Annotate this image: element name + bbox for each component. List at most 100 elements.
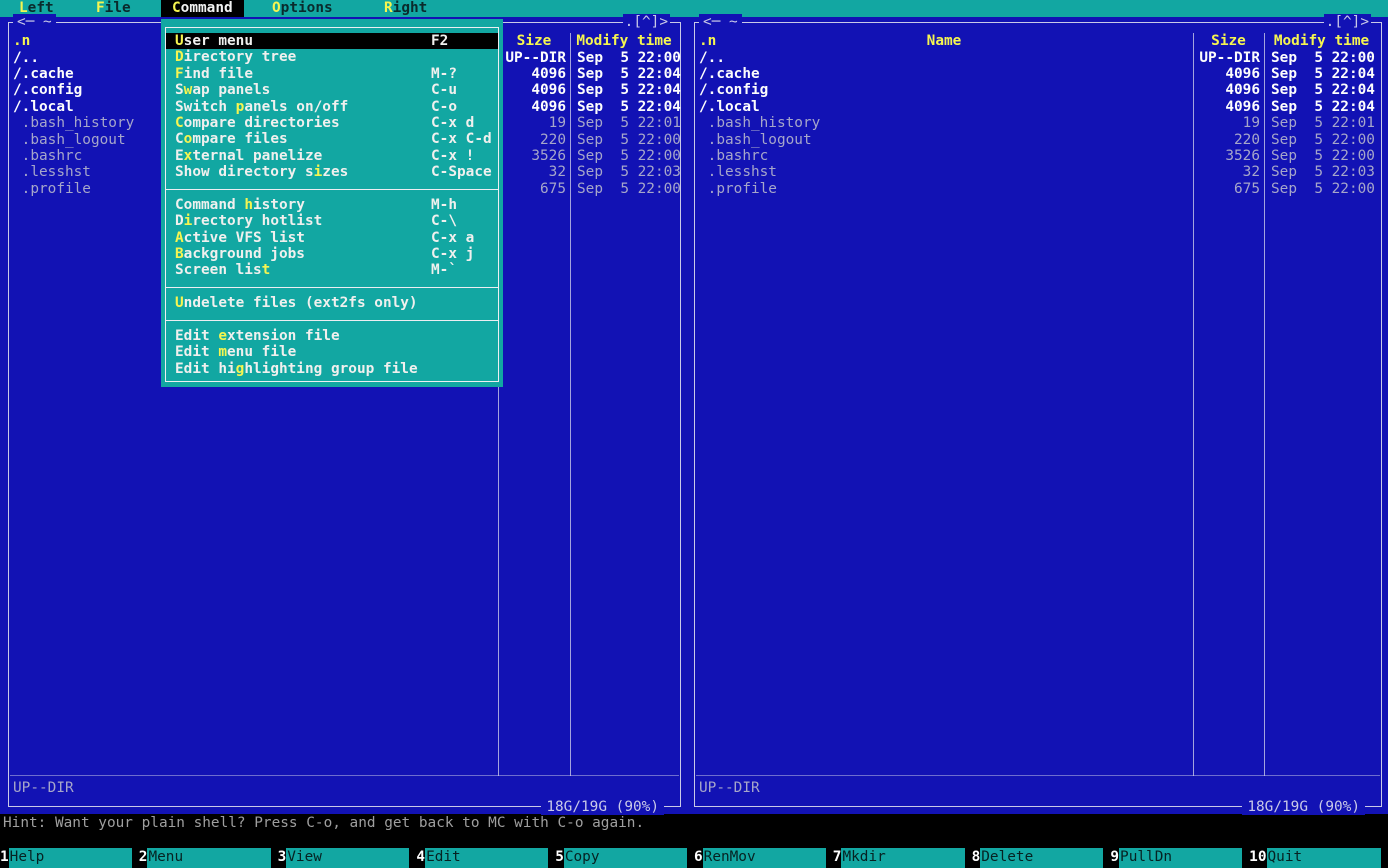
panel-controls[interactable]: .[^]> — [1324, 14, 1371, 30]
menu-item-shortcut: M-? — [431, 66, 457, 82]
file-row[interactable]: .bash_history19Sep 5 22:01 — [695, 115, 1381, 131]
panel-path[interactable]: <─ ~ — [699, 14, 742, 30]
file-row[interactable]: /.cache4096Sep 5 22:04 — [695, 66, 1381, 82]
menu-item-shortcut: C-x d — [431, 115, 474, 131]
function-key-bar: 1Help2Menu3View4Edit5Copy6RenMov7Mkdir8D… — [0, 848, 1388, 868]
column-header-mtime[interactable]: Modify time — [570, 33, 678, 50]
menu-item-background-jobs[interactable]: Background jobsC-x j — [166, 246, 498, 262]
hotkey-letter: x — [184, 148, 193, 164]
menu-item-edit-menu-file[interactable]: Edit menu file — [166, 344, 498, 360]
file-size: 3526 — [1194, 148, 1260, 164]
menu-item-undelete-files-ext2fs-only[interactable]: Undelete files (ext2fs only) — [166, 295, 498, 311]
file-mtime: Sep 5 22:00 — [1271, 132, 1375, 148]
fkey-7-mkdir[interactable]: 7Mkdir — [833, 848, 972, 868]
file-size: 32 — [1194, 164, 1260, 180]
hotkey-letter: h — [244, 197, 253, 213]
menu-item-label: Find file — [175, 66, 253, 82]
menu-item-directory-hotlist[interactable]: Directory hotlistC-\ — [166, 213, 498, 229]
file-name: /.config — [699, 82, 768, 98]
fkey-1-help[interactable]: 1Help — [0, 848, 139, 868]
file-mtime: Sep 5 22:04 — [577, 66, 681, 82]
menu-item-find-file[interactable]: Find file M-? — [166, 66, 498, 82]
menu-item-external-panelize[interactable]: External panelizeC-x ! — [166, 148, 498, 164]
file-row[interactable]: /..UP--DIRSep 5 22:00 — [695, 50, 1381, 66]
hotkey-letter: U — [175, 33, 184, 49]
panel-path[interactable]: <─ ~ — [13, 14, 56, 30]
menu-item-screen-list[interactable]: Screen listM-` — [166, 262, 498, 278]
menu-item-label: Command history — [175, 197, 305, 213]
hotkey-letter: B — [175, 246, 184, 262]
menu-item-directory-tree[interactable]: Directory tree — [166, 49, 498, 65]
file-row[interactable]: .bash_logout220Sep 5 22:00 — [695, 132, 1381, 148]
menu-item-active-vfs-list[interactable]: Active VFS listC-x a — [166, 230, 498, 246]
file-mtime: Sep 5 22:01 — [577, 115, 681, 131]
menu-item-edit-extension-file[interactable]: Edit extension file — [166, 328, 498, 344]
menu-options[interactable]: Options — [272, 0, 333, 17]
menu-item-show-directory-sizes[interactable]: Show directory sizesC-Space — [166, 164, 498, 180]
fkey-4-edit[interactable]: 4Edit — [416, 848, 555, 868]
hotkey-letter: D — [175, 49, 184, 65]
file-row[interactable]: .profile675Sep 5 22:00 — [695, 181, 1381, 197]
file-size: 4096 — [499, 66, 566, 82]
column-header-size[interactable]: Size — [1193, 33, 1264, 50]
file-mtime: Sep 5 22:04 — [577, 99, 681, 115]
file-name: /.local — [13, 99, 74, 115]
menu-item-command-history[interactable]: Command historyM-h — [166, 197, 498, 213]
fkey-label: Help — [9, 848, 132, 868]
menu-separator — [166, 279, 498, 295]
fkey-number: 8 — [972, 848, 981, 868]
menu-item-label: Show directory sizes — [175, 164, 348, 180]
column-header-mtime[interactable]: Modify time — [1264, 33, 1379, 50]
menu-right[interactable]: Right — [384, 0, 427, 17]
fkey-3-view[interactable]: 3View — [278, 848, 417, 868]
fkey-label: Edit — [425, 848, 548, 868]
menu-item-edit-highlighting-group-file[interactable]: Edit highlighting group file — [166, 361, 498, 377]
panel-controls[interactable]: .[^]> — [623, 14, 670, 30]
file-mtime: Sep 5 22:00 — [577, 132, 681, 148]
menu-file[interactable]: File — [96, 0, 131, 17]
hotkey-letter: g — [236, 361, 245, 377]
file-row[interactable]: /.local4096Sep 5 22:04 — [695, 99, 1381, 115]
menu-item-compare-directories[interactable]: Compare directories C-x d — [166, 115, 498, 131]
fkey-8-delete[interactable]: 8Delete — [972, 848, 1111, 868]
file-name: .profile — [699, 181, 777, 197]
menu-item-swap-panels[interactable]: Swap panelsC-u — [166, 82, 498, 98]
file-row[interactable]: /.config4096Sep 5 22:04 — [695, 82, 1381, 98]
file-size: 220 — [499, 132, 566, 148]
file-name: .profile — [13, 181, 91, 197]
menu-item-label: Switch panels on/off — [175, 99, 348, 115]
fkey-10-quit[interactable]: 10Quit — [1249, 848, 1388, 868]
menu-item-shortcut: C-x j — [431, 246, 474, 262]
panel-separator — [696, 775, 1380, 776]
file-row[interactable]: .lesshst32Sep 5 22:03 — [695, 164, 1381, 180]
hotkey-letter: t — [262, 262, 271, 278]
menu-item-switch-panels-on-off[interactable]: Switch panels on/offC-o — [166, 99, 498, 115]
fkey-label: Quit — [1267, 848, 1381, 868]
fkey-5-copy[interactable]: 5Copy — [555, 848, 694, 868]
file-name: .bash_logout — [13, 132, 126, 148]
menu-item-label: Screen list — [175, 262, 270, 278]
hotkey-letter: F — [96, 0, 105, 16]
menu-item-label: Compare directories — [175, 115, 340, 131]
hotkey-letter: C — [172, 0, 181, 16]
fkey-number: 2 — [139, 848, 148, 868]
hotkey-letter: i — [314, 164, 323, 180]
shell-prompt-line[interactable]: midnight@commander:~$ — [3, 831, 220, 848]
menu-item-compare-files[interactable]: Compare filesC-x C-d — [166, 131, 498, 147]
fkey-6-renmov[interactable]: 6RenMov — [694, 848, 833, 868]
menu-command[interactable]: Command — [161, 0, 244, 17]
file-mtime: Sep 5 22:00 — [1271, 50, 1375, 66]
file-name: .bash_logout — [699, 132, 812, 148]
file-row[interactable]: .bashrc3526Sep 5 22:00 — [695, 148, 1381, 164]
panel-separator — [10, 775, 679, 776]
file-size: 4096 — [1194, 82, 1260, 98]
fkey-9-pulldn[interactable]: 9PullDn — [1110, 848, 1249, 868]
menu-item-user-menu[interactable]: User menuF2 — [166, 33, 498, 49]
fkey-number: 4 — [416, 848, 425, 868]
file-size: 675 — [1194, 181, 1260, 197]
column-header-size[interactable]: Size — [498, 33, 570, 50]
fkey-2-menu[interactable]: 2Menu — [139, 848, 278, 868]
hint-line: Hint: Want your plain shell? Press C-o, … — [3, 815, 644, 831]
column-header-name[interactable]: Name — [695, 33, 1193, 50]
hotkey-letter: m — [218, 344, 227, 360]
